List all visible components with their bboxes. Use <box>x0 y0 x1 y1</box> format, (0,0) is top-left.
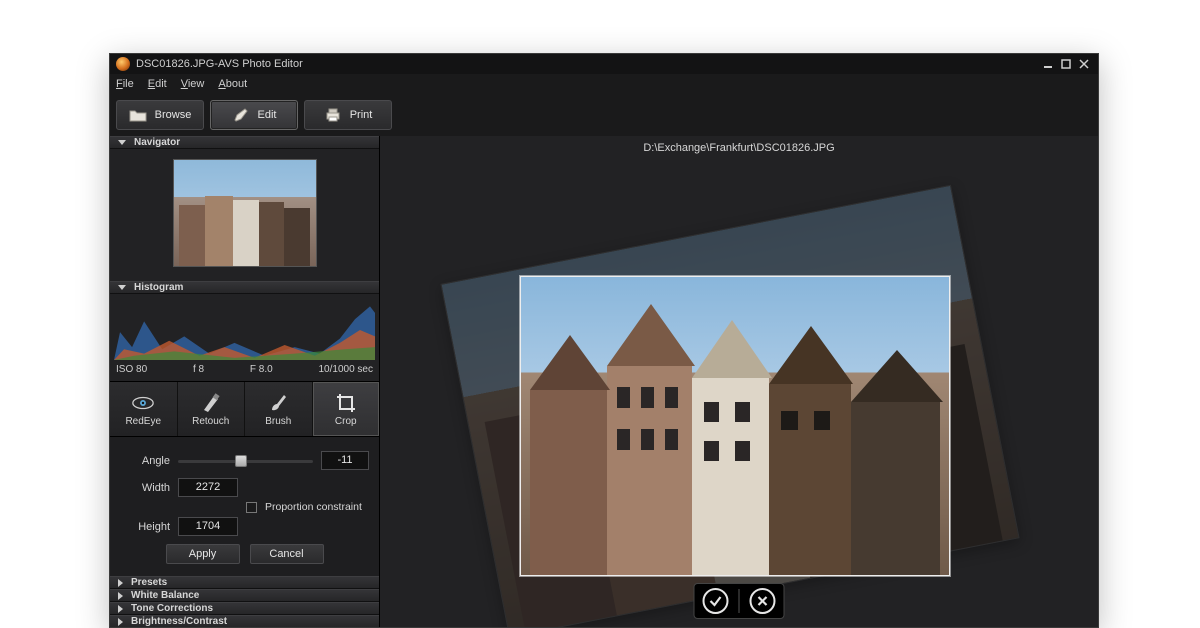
title-filename: DSC01826.JPG <box>136 58 214 70</box>
confirm-button[interactable] <box>703 588 729 614</box>
browse-label: Browse <box>155 109 192 121</box>
close-icon <box>1079 59 1089 69</box>
print-label: Print <box>350 109 373 121</box>
tool-brush[interactable]: Brush <box>245 382 313 436</box>
histogram-aperture-short: f 8 <box>193 364 204 375</box>
check-icon <box>709 594 723 608</box>
canvas-area[interactable]: D:\Exchange\Frankfurt\DSC01826.JPG <box>380 136 1098 627</box>
menu-about[interactable]: About <box>218 78 247 90</box>
retouch-icon <box>199 392 223 414</box>
tool-crop-label: Crop <box>335 416 357 427</box>
angle-slider[interactable] <box>178 454 313 468</box>
x-icon <box>756 594 770 608</box>
panel-white-balance-title: White Balance <box>131 590 199 601</box>
brush-icon <box>266 392 290 414</box>
proportion-checkbox[interactable] <box>246 502 257 513</box>
histogram-iso: ISO 80 <box>116 364 147 375</box>
histogram-info: ISO 80 f 8 F 8.0 10/1000 sec <box>110 362 379 381</box>
close-button[interactable] <box>1076 57 1092 71</box>
minimize-button[interactable] <box>1040 57 1056 71</box>
tool-brush-label: Brush <box>265 416 291 427</box>
navigator-thumbnail[interactable] <box>173 159 317 267</box>
crop-controls: Angle -11 Width 2272 Proportion <box>110 437 379 576</box>
titlebar: DSC01826.JPG - AVS Photo Editor <box>110 54 1098 74</box>
width-label: Width <box>120 482 170 494</box>
cancel-button[interactable]: Cancel <box>250 544 324 564</box>
proportion-label: Proportion constraint <box>265 501 362 513</box>
height-label: Height <box>120 521 170 533</box>
printer-icon <box>324 108 342 122</box>
folder-icon <box>129 108 147 122</box>
separator <box>739 589 740 613</box>
tool-retouch-label: Retouch <box>192 416 229 427</box>
apply-button[interactable]: Apply <box>166 544 240 564</box>
angle-label: Angle <box>120 455 170 467</box>
panel-brightness-contrast-title: Brightness/Contrast <box>131 616 227 627</box>
chevron-right-icon <box>118 579 123 587</box>
app-icon <box>116 57 130 71</box>
chevron-right-icon <box>118 592 123 600</box>
edit-button[interactable]: Edit <box>210 100 298 130</box>
width-input[interactable]: 2272 <box>178 478 238 497</box>
chevron-down-icon <box>118 285 126 290</box>
sidebar: Navigator Histogram <box>110 136 380 627</box>
title-appname: AVS Photo Editor <box>218 58 303 70</box>
panel-white-balance-header[interactable]: White Balance <box>110 589 379 602</box>
histogram-aperture-long: F 8.0 <box>250 364 273 375</box>
panel-presets-title: Presets <box>131 577 167 588</box>
menubar: File Edit View About <box>110 74 1098 94</box>
menu-file[interactable]: File <box>116 78 134 90</box>
panel-navigator-body <box>110 149 379 281</box>
panel-navigator-header[interactable]: Navigator <box>110 136 379 149</box>
height-input[interactable]: 1704 <box>178 517 238 536</box>
panel-presets-header[interactable]: Presets <box>110 576 379 589</box>
maximize-icon <box>1061 59 1071 69</box>
crop-frame[interactable] <box>520 276 950 576</box>
panel-navigator-title: Navigator <box>134 137 180 148</box>
panel-histogram-title: Histogram <box>134 282 183 293</box>
angle-value[interactable]: -11 <box>321 451 369 470</box>
tool-redeye[interactable]: RedEye <box>110 382 178 436</box>
chevron-right-icon <box>118 618 123 626</box>
app-window: DSC01826.JPG - AVS Photo Editor File Edi… <box>109 53 1099 628</box>
menu-edit[interactable]: Edit <box>148 78 167 90</box>
brush-edit-icon <box>232 108 250 122</box>
print-button[interactable]: Print <box>304 100 392 130</box>
panel-histogram-header[interactable]: Histogram <box>110 281 379 294</box>
chevron-right-icon <box>118 605 123 613</box>
tool-crop[interactable]: Crop <box>313 382 380 436</box>
canvas-image-wrap <box>460 186 1020 616</box>
redeye-icon <box>131 392 155 414</box>
confirm-bar <box>694 583 785 619</box>
tool-redeye-label: RedEye <box>125 416 161 427</box>
minimize-icon <box>1043 59 1053 69</box>
panel-tone-corrections-header[interactable]: Tone Corrections <box>110 602 379 615</box>
maximize-button[interactable] <box>1058 57 1074 71</box>
image-path: D:\Exchange\Frankfurt\DSC01826.JPG <box>380 142 1098 154</box>
panel-brightness-contrast-header[interactable]: Brightness/Contrast <box>110 615 379 627</box>
histogram-shutter: 10/1000 sec <box>319 364 374 375</box>
edit-tools-row: RedEye Retouch Brush <box>110 381 379 437</box>
reject-button[interactable] <box>750 588 776 614</box>
toolbar: Browse Edit Print <box>110 94 1098 136</box>
menu-view[interactable]: View <box>181 78 205 90</box>
chevron-down-icon <box>118 140 126 145</box>
tool-retouch[interactable]: Retouch <box>178 382 246 436</box>
crop-icon <box>334 392 358 414</box>
panel-tone-corrections-title: Tone Corrections <box>131 603 213 614</box>
edit-label: Edit <box>258 109 277 121</box>
panel-histogram-body: ISO 80 f 8 F 8.0 10/1000 sec <box>110 294 379 381</box>
histogram-chart <box>114 300 375 360</box>
browse-button[interactable]: Browse <box>116 100 204 130</box>
main: Navigator Histogram <box>110 136 1098 627</box>
